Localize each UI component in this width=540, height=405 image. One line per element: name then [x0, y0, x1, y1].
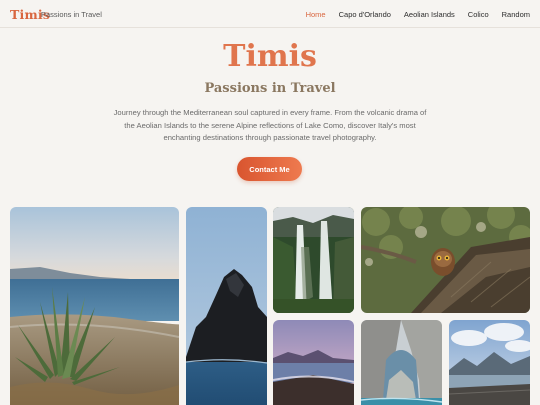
gallery-photo-beach-dusk[interactable]	[273, 320, 354, 405]
hero-title: Timis	[223, 39, 317, 74]
nav-link-capo-dorlando[interactable]: Capo d'Orlando	[339, 10, 391, 19]
gallery-photo-waterfall[interactable]	[273, 207, 354, 313]
hero-description: Journey through the Mediterranean soul c…	[113, 108, 427, 142]
main-nav: Home Capo d'Orlando Aeolian Islands Coli…	[306, 10, 530, 19]
top-navbar: Timis Passions in Travel Home Capo d'Orl…	[0, 0, 540, 28]
gallery-photo-beach-agave[interactable]	[10, 207, 179, 405]
gallery-photo-rock-arch[interactable]	[361, 320, 442, 405]
gallery-photo-lake-mountains[interactable]	[449, 320, 530, 405]
contact-me-button[interactable]: Contact Me	[237, 157, 302, 181]
nav-link-home[interactable]: Home	[306, 10, 326, 19]
gallery-photo-owl-tree[interactable]	[361, 207, 530, 313]
nav-link-random[interactable]: Random	[502, 10, 530, 19]
hero-subtitle: Passions in Travel	[204, 81, 336, 96]
gallery-photo-rock-stack[interactable]	[186, 207, 267, 405]
nav-link-aeolian-islands[interactable]: Aeolian Islands	[404, 10, 455, 19]
brand-tagline: Passions in Travel	[41, 10, 102, 19]
nav-link-colico[interactable]: Colico	[468, 10, 489, 19]
